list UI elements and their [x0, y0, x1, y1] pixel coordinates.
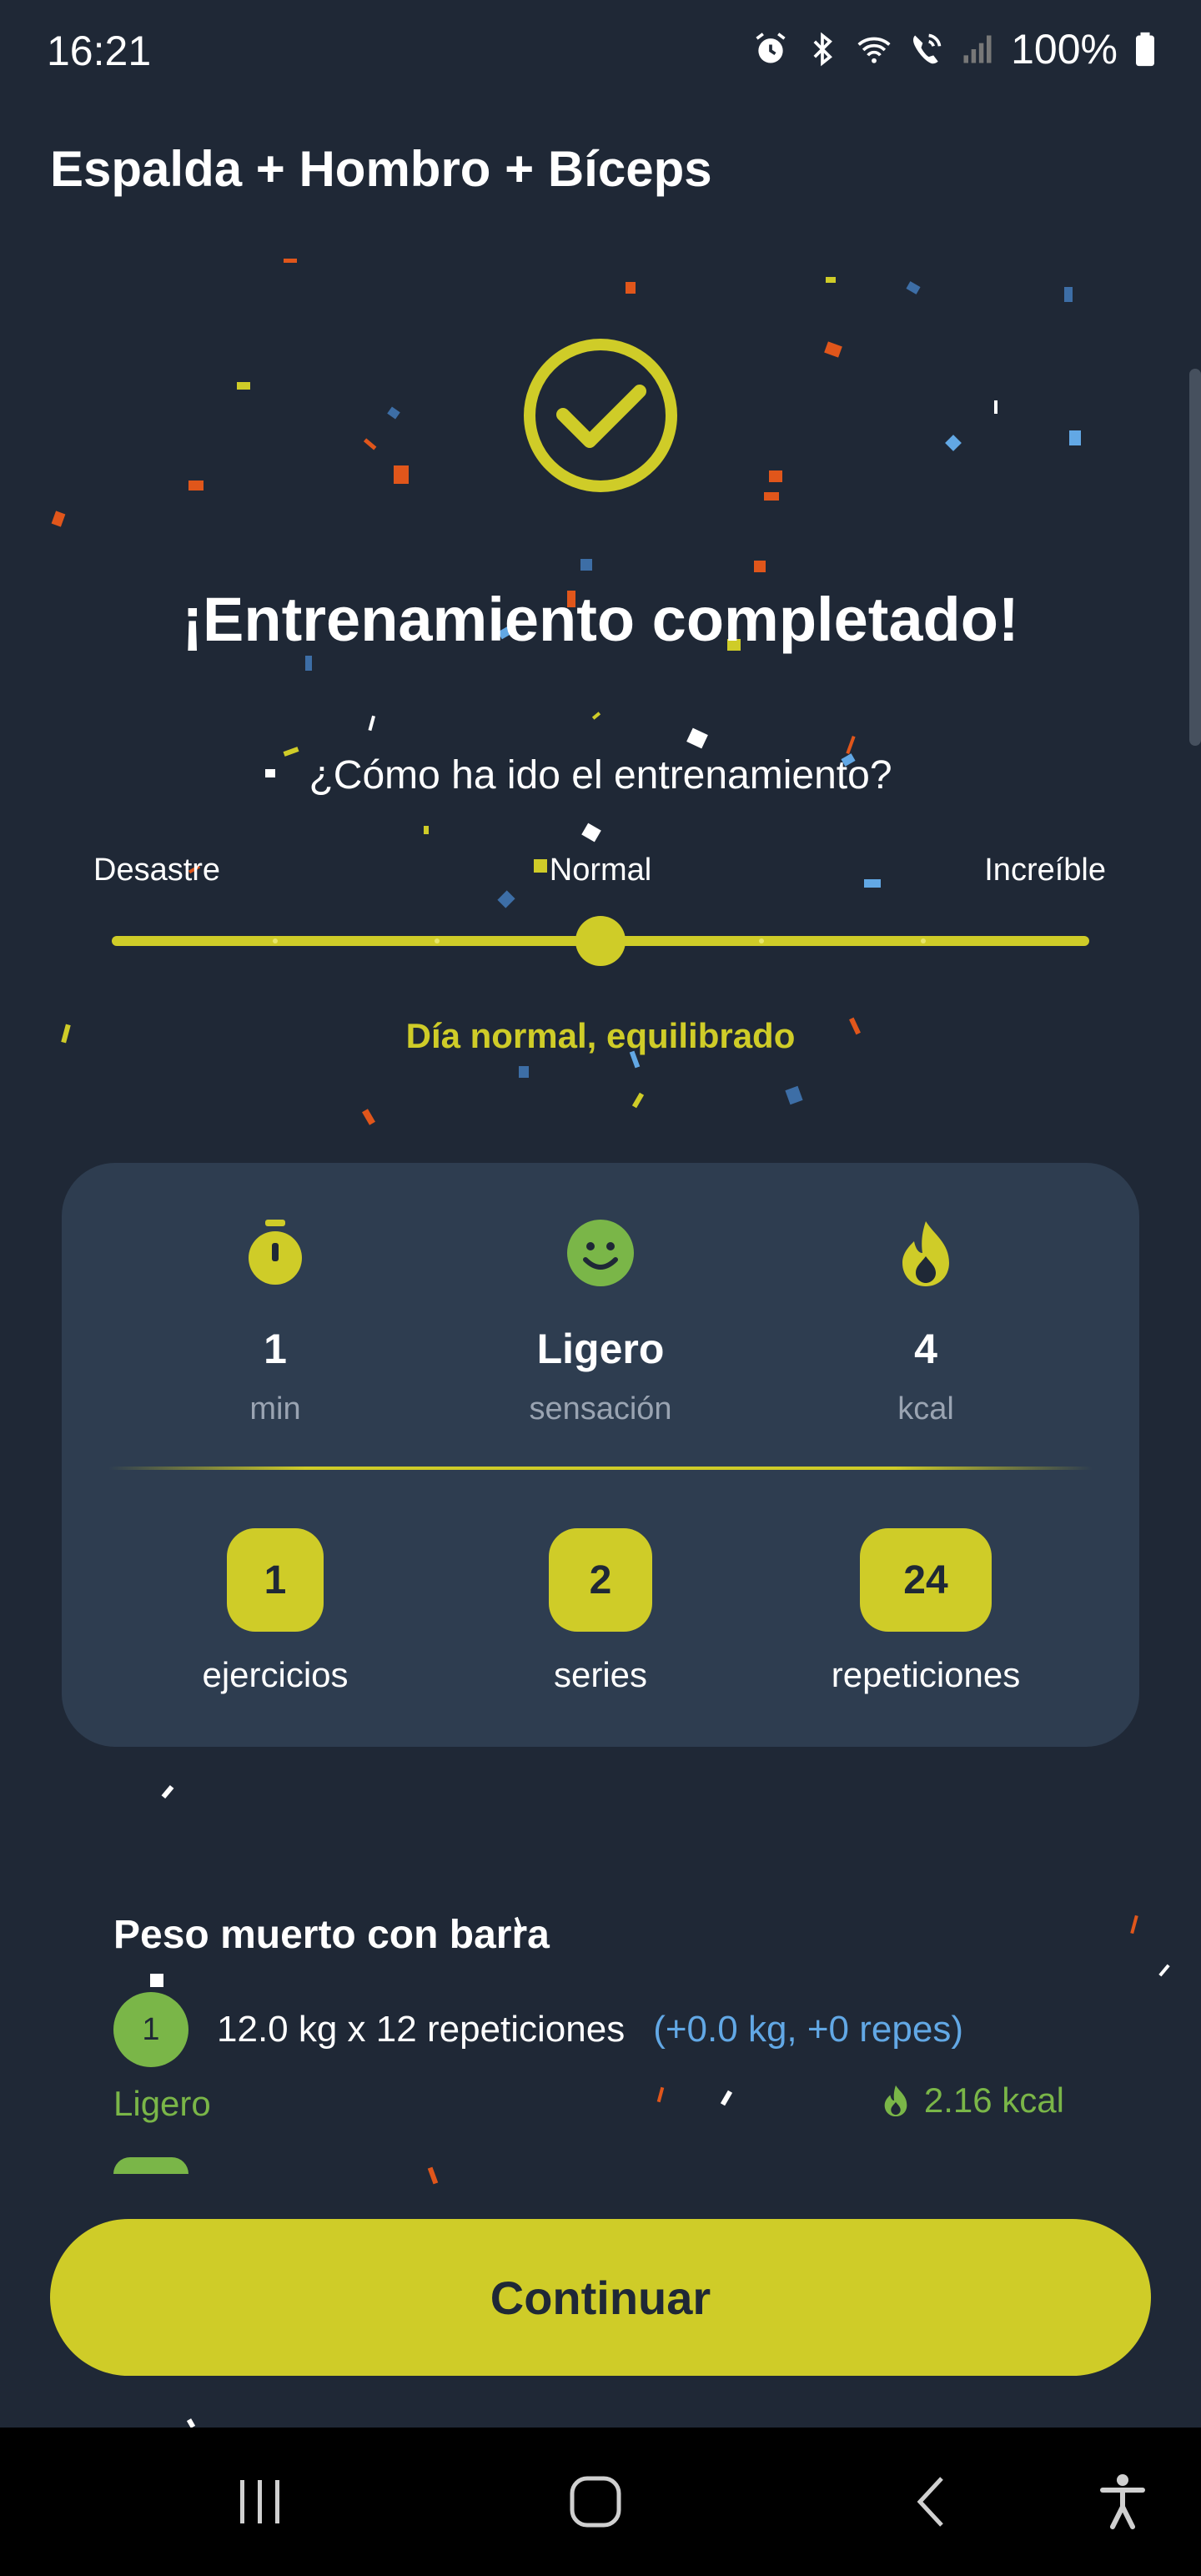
back-button[interactable] [864, 2428, 997, 2576]
count-sets-label: series [553, 1655, 648, 1694]
recents-button[interactable] [193, 2428, 327, 2576]
status-bar: 16:21 100% [0, 0, 1201, 105]
stat-duration-value: 1 [264, 1326, 287, 1372]
slider-step-dot [273, 938, 278, 943]
set-number-badge: 1 [113, 1992, 188, 2067]
count-sets-badge: 2 [549, 1528, 652, 1632]
back-icon [917, 2477, 943, 2527]
count-reps-badge: 24 [860, 1528, 992, 1632]
stat-calories-value: 4 [914, 1326, 937, 1372]
recents-icon [240, 2480, 279, 2523]
stat-duration: 1 min [108, 1218, 442, 1427]
stat-calories-label: kcal [897, 1391, 954, 1426]
count-reps-label: repeticiones [831, 1655, 1021, 1694]
wifi-calling-icon [913, 33, 942, 64]
stats-divider [108, 1467, 1093, 1470]
home-button[interactable] [529, 2428, 662, 2576]
scrollbar[interactable] [1189, 369, 1201, 746]
exercise-name: Peso muerto con barra [113, 1913, 550, 1957]
slider-step-dot [921, 938, 926, 943]
count-exercises-label: ejercicios [202, 1655, 349, 1694]
signal-icon [963, 35, 992, 63]
accessibility-icon [1100, 2474, 1145, 2529]
slider-step-dot [759, 938, 764, 943]
set-calories: 2.16 kcal [879, 2080, 1064, 2121]
rating-question: ¿Cómo ha ido el entrenamiento? [309, 753, 892, 797]
flame-icon [884, 2085, 907, 2117]
set-delta: (+0.0 kg, +0 repes) [653, 2009, 963, 2050]
count-exercises-badge: 1 [227, 1528, 324, 1632]
flame-icon [902, 1221, 949, 1286]
slider-thumb[interactable] [575, 916, 626, 966]
stat-feeling: Ligero sensación [434, 1218, 767, 1427]
completed-heading: ¡Entrenamiento completado! [182, 585, 1019, 654]
accessibility-button[interactable] [1056, 2428, 1189, 2576]
smiley-icon [567, 1220, 634, 1286]
slider-step-dot [435, 938, 440, 943]
set-detail: 12.0 kg x 12 repeticiones [217, 2009, 626, 2050]
system-nav-bar [0, 2428, 1201, 2576]
battery-icon [1136, 32, 1154, 67]
alarm-icon [756, 33, 786, 63]
stat-calories: 4 kcal [759, 1218, 1093, 1427]
set-row: 1 12.0 kg x 12 repeticiones (+0.0 kg, +0… [113, 1992, 963, 2067]
stat-duration-label: min [249, 1391, 301, 1426]
mood-slider[interactable] [112, 916, 1089, 966]
count-sets: 2 series [434, 1528, 767, 1695]
status-icons: 100% [752, 25, 1158, 73]
stopwatch-icon [249, 1220, 302, 1285]
stat-feeling-value: Ligero [536, 1326, 665, 1372]
count-exercises: 1 ejercicios [108, 1528, 442, 1695]
mood-caption: Día normal, equilibrado [405, 1016, 796, 1055]
checkmark-circle-icon [524, 339, 677, 492]
scale-max-label: Increíble [984, 853, 1106, 888]
stat-feeling-label: sensación [529, 1391, 672, 1426]
continue-button[interactable]: Continuar [50, 2219, 1151, 2376]
set-feeling: Ligero [113, 2084, 211, 2123]
count-reps: 24 repeticiones [759, 1528, 1093, 1695]
bluetooth-icon [813, 32, 833, 67]
wifi-icon [857, 37, 891, 63]
battery-percentage: 100% [1011, 26, 1118, 73]
workout-title: Espalda + Hombro + Bíceps [50, 141, 712, 197]
home-icon [570, 2476, 621, 2528]
status-time: 16:21 [47, 28, 152, 74]
next-set-badge [113, 2157, 188, 2174]
set-calories-value: 2.16 kcal [923, 2080, 1064, 2120]
